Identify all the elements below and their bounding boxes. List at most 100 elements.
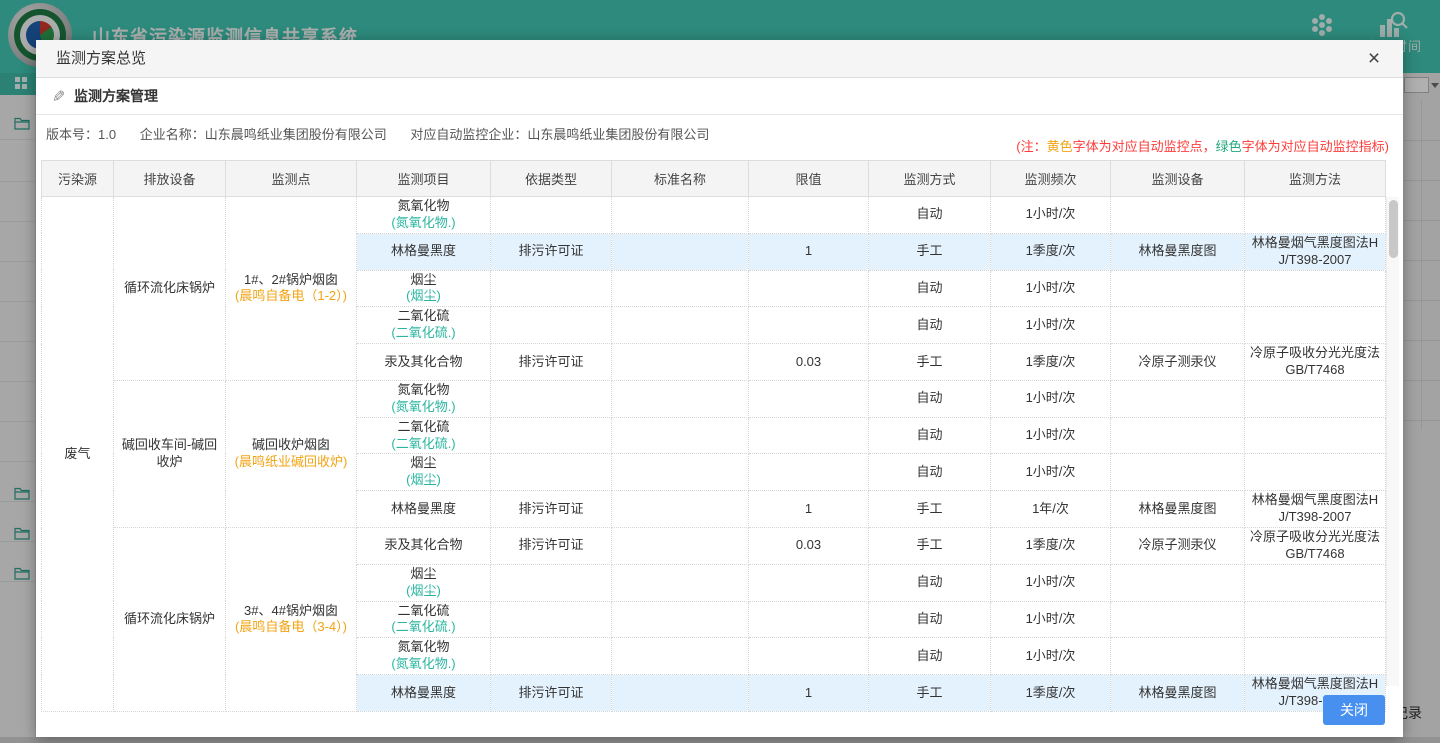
cell-monitor-item: 氮氧化物(氮氧化物.) (357, 197, 491, 234)
cell-monitor-equipment (1111, 454, 1245, 491)
cell-monitor-method (1245, 197, 1386, 234)
section-header: ✎ 监测方案管理 (36, 78, 1403, 115)
cell-monitor-item: 汞及其化合物 (357, 528, 491, 565)
cell-monitor-mode: 手工 (869, 233, 991, 270)
cell-monitor-equipment (1111, 601, 1245, 638)
auto-company-label: 对应自动监控企业： (410, 127, 527, 142)
cell-standard-name (612, 601, 749, 638)
cell-monitor-item: 烟尘(烟尘) (357, 270, 491, 307)
cell-monitor-method (1245, 307, 1386, 344)
column-header-6: 限值 (749, 161, 869, 197)
cell-pollution-source: 废气 (42, 197, 114, 712)
cell-standard-name (612, 491, 749, 528)
cell-monitor-method (1245, 638, 1386, 675)
cell-monitor-point: 碱回收炉烟囱(晨鸣纸业碱回收炉) (226, 380, 357, 527)
column-header-8: 监测频次 (991, 161, 1111, 197)
cell-limit-value: 1 (749, 491, 869, 528)
table-row[interactable]: 循环流化床锅炉3#、4#锅炉烟囱(晨鸣自备电（3-4）)汞及其化合物排污许可证0… (42, 528, 1386, 565)
cell-monitor-frequency: 1小时/次 (991, 454, 1111, 491)
column-header-2: 监测点 (226, 161, 357, 197)
cell-limit-value (749, 454, 869, 491)
cell-standard-name (612, 270, 749, 307)
cell-monitor-method: 林格曼烟气黑度图法HJ/T398-2007 (1245, 491, 1386, 528)
pen-icon: ✎ (52, 87, 65, 107)
cell-monitor-frequency: 1季度/次 (991, 675, 1111, 712)
column-header-4: 依据类型 (491, 161, 612, 197)
cell-monitor-frequency: 1季度/次 (991, 233, 1111, 270)
cell-monitor-method (1245, 270, 1386, 307)
cell-standard-name (612, 454, 749, 491)
color-legend-note: (注：黄色字体为对应自动监控点，绿色字体为对应自动监控指标) (1016, 136, 1389, 155)
monitoring-plan-table: 污染源排放设备监测点监测项目依据类型标准名称限值监测方式监测频次监测设备监测方法… (41, 160, 1386, 712)
table-row[interactable]: 废气循环流化床锅炉1#、2#锅炉烟囱(晨鸣自备电（1-2）)氮氧化物(氮氧化物.… (42, 197, 1386, 234)
cell-limit-value (749, 638, 869, 675)
scrollbar-thumb[interactable] (1389, 200, 1398, 258)
cell-monitor-method: 林格曼烟气黑度图法HJ/T398-2007 (1245, 233, 1386, 270)
cell-limit-value (749, 197, 869, 234)
cell-basis-type (491, 270, 612, 307)
cell-monitor-frequency: 1季度/次 (991, 528, 1111, 565)
table-row[interactable]: 碱回收车间-碱回收炉碱回收炉烟囱(晨鸣纸业碱回收炉)氮氧化物(氮氧化物.)自动1… (42, 380, 1386, 417)
cell-monitor-frequency: 1季度/次 (991, 344, 1111, 381)
cell-monitor-mode: 手工 (869, 675, 991, 712)
cell-monitor-mode: 自动 (869, 270, 991, 307)
cell-monitor-item: 汞及其化合物 (357, 344, 491, 381)
cell-standard-name (612, 380, 749, 417)
cell-basis-type: 排污许可证 (491, 675, 612, 712)
cell-limit-value: 0.03 (749, 528, 869, 565)
column-header-7: 监测方式 (869, 161, 991, 197)
cell-basis-type (491, 197, 612, 234)
cell-monitor-point: 1#、2#锅炉烟囱(晨鸣自备电（1-2）) (226, 197, 357, 381)
cell-standard-name (612, 638, 749, 675)
cell-monitor-equipment: 林格曼黑度图 (1111, 491, 1245, 528)
table-header-row: 污染源排放设备监测点监测项目依据类型标准名称限值监测方式监测频次监测设备监测方法 (42, 161, 1386, 197)
cell-standard-name (612, 344, 749, 381)
cell-monitor-equipment (1111, 380, 1245, 417)
cell-monitor-mode: 自动 (869, 601, 991, 638)
section-title: 监测方案管理 (74, 78, 158, 115)
cell-monitor-equipment (1111, 417, 1245, 454)
cell-monitor-item: 二氧化硫(二氧化硫.) (357, 307, 491, 344)
cell-monitor-frequency: 1小时/次 (991, 417, 1111, 454)
column-header-10: 监测方法 (1245, 161, 1386, 197)
cell-limit-value (749, 270, 869, 307)
cell-basis-type (491, 638, 612, 675)
close-icon[interactable]: × (1359, 40, 1389, 78)
cell-monitor-frequency: 1小时/次 (991, 307, 1111, 344)
cell-monitor-equipment (1111, 197, 1245, 234)
cell-limit-value (749, 564, 869, 601)
cell-monitor-frequency: 1小时/次 (991, 638, 1111, 675)
cell-monitor-item: 林格曼黑度 (357, 491, 491, 528)
cell-monitor-item: 烟尘(烟尘) (357, 564, 491, 601)
cell-monitor-mode: 自动 (869, 564, 991, 601)
cell-limit-value: 1 (749, 675, 869, 712)
cell-limit-value: 0.03 (749, 344, 869, 381)
cell-monitor-mode: 自动 (869, 417, 991, 454)
yellow-word: 黄色 (1047, 139, 1073, 154)
cell-monitor-frequency: 1小时/次 (991, 601, 1111, 638)
close-button[interactable]: 关闭 (1323, 695, 1385, 725)
cell-monitor-method: 冷原子吸收分光光度法GB/T7468 (1245, 344, 1386, 381)
monitoring-plan-modal: 监测方案总览 × ✎ 监测方案管理 版本号：1.0 企业名称：山东晨鸣纸业集团股… (36, 40, 1403, 737)
cell-basis-type: 排污许可证 (491, 528, 612, 565)
cell-monitor-item: 林格曼黑度 (357, 675, 491, 712)
cell-monitor-equipment: 冷原子测汞仪 (1111, 344, 1245, 381)
cell-basis-type (491, 380, 612, 417)
cell-monitor-item: 二氧化硫(二氧化硫.) (357, 601, 491, 638)
version-label: 版本号： (46, 127, 98, 142)
cell-monitor-mode: 自动 (869, 307, 991, 344)
cell-monitor-equipment (1111, 564, 1245, 601)
cell-monitor-mode: 自动 (869, 380, 991, 417)
cell-monitor-frequency: 1小时/次 (991, 270, 1111, 307)
company-label: 企业名称： (140, 127, 205, 142)
cell-monitor-method (1245, 564, 1386, 601)
table-scrollbar[interactable] (1386, 197, 1399, 686)
cell-limit-value (749, 417, 869, 454)
cell-emission-device: 碱回收车间-碱回收炉 (114, 380, 226, 527)
cell-basis-type (491, 417, 612, 454)
version-value: 1.0 (98, 127, 116, 142)
cell-standard-name (612, 307, 749, 344)
cell-monitor-item: 林格曼黑度 (357, 233, 491, 270)
cell-monitor-equipment (1111, 270, 1245, 307)
cell-basis-type (491, 454, 612, 491)
